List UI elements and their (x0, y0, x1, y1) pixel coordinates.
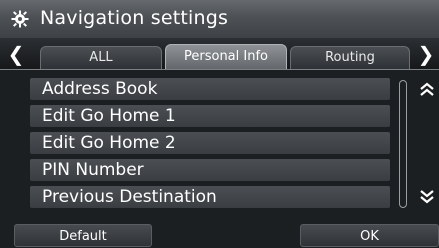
tab-routing[interactable]: Routing (290, 46, 410, 69)
list-item-pin-number[interactable]: PIN Number (30, 159, 390, 181)
chevron-right-icon[interactable]: ❯ (416, 40, 436, 68)
list-item-address-book[interactable]: Address Book (30, 78, 390, 100)
page-title: Navigation settings (40, 7, 229, 29)
tab-all[interactable]: ALL (40, 46, 162, 69)
list-item-edit-go-home-1[interactable]: Edit Go Home 1 (30, 105, 390, 127)
scrollbar[interactable] (399, 80, 407, 208)
default-button[interactable]: Default (14, 224, 152, 247)
title-bar: Navigation settings (0, 0, 439, 39)
double-chevron-down-icon[interactable] (418, 186, 436, 206)
ok-button[interactable]: OK (300, 224, 439, 247)
list-item-edit-go-home-2[interactable]: Edit Go Home 2 (30, 132, 390, 154)
chevron-left-icon[interactable]: ❮ (6, 40, 26, 68)
list-item-previous-destination[interactable]: Previous Destination (30, 186, 390, 208)
gear-icon (11, 10, 29, 28)
tab-divider (0, 69, 439, 70)
double-chevron-up-icon[interactable] (418, 80, 436, 100)
tab-strip: ❮ ALL Personal Info Routing ❯ (0, 38, 439, 70)
tab-personal-info[interactable]: Personal Info (165, 44, 287, 69)
